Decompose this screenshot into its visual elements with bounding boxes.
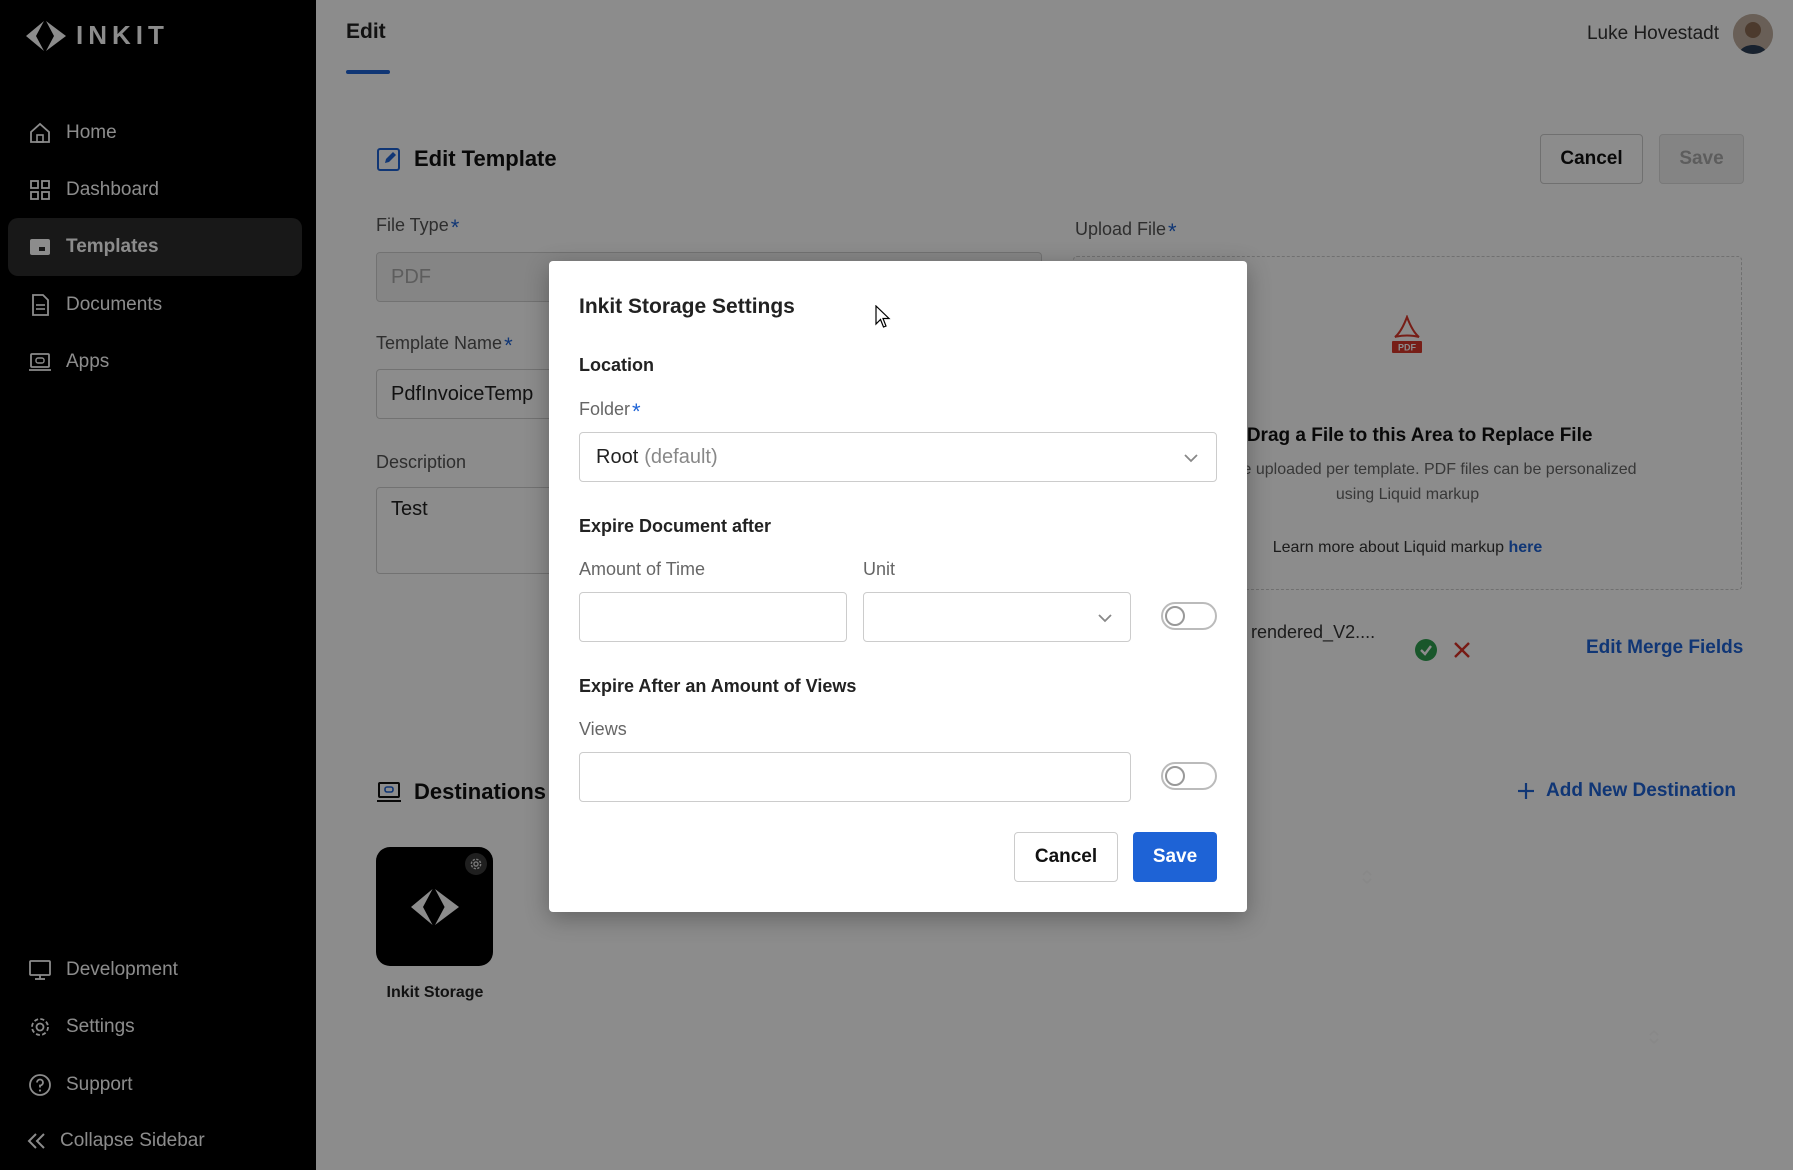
- toggle-knob: [1165, 766, 1185, 786]
- expire-views-toggle[interactable]: [1161, 762, 1217, 790]
- expire-time-toggle[interactable]: [1161, 602, 1217, 630]
- unit-label: Unit: [863, 559, 896, 579]
- folder-label: Folder*: [579, 399, 641, 424]
- spinner-icon[interactable]: [1647, 1027, 1661, 1047]
- folder-hint: (default): [644, 445, 718, 468]
- folder-value: Root: [596, 445, 639, 468]
- modal-save-button[interactable]: Save: [1133, 832, 1217, 882]
- chevron-down-icon: [1098, 614, 1112, 623]
- mouse-cursor-icon: [875, 305, 891, 328]
- folder-select[interactable]: Root (default): [579, 432, 1217, 482]
- spinner-icon[interactable]: [1360, 867, 1374, 887]
- views-label: Views: [579, 719, 627, 739]
- unit-select[interactable]: [863, 592, 1131, 642]
- toggle-knob: [1165, 606, 1185, 626]
- inkit-storage-settings-modal: Inkit Storage Settings Location Folder* …: [549, 261, 1659, 1045]
- expire-views-heading: Expire After an Amount of Views: [579, 676, 857, 696]
- expire-document-heading: Expire Document after: [579, 516, 772, 536]
- amount-of-time-input[interactable]: [579, 592, 847, 642]
- modal-title: Inkit Storage Settings: [579, 295, 795, 318]
- amount-of-time-label: Amount of Time: [579, 559, 706, 579]
- modal-cancel-button[interactable]: Cancel: [1014, 832, 1118, 882]
- location-heading: Location: [579, 355, 654, 375]
- views-input[interactable]: [579, 752, 1131, 802]
- chevron-down-icon: [1184, 454, 1198, 463]
